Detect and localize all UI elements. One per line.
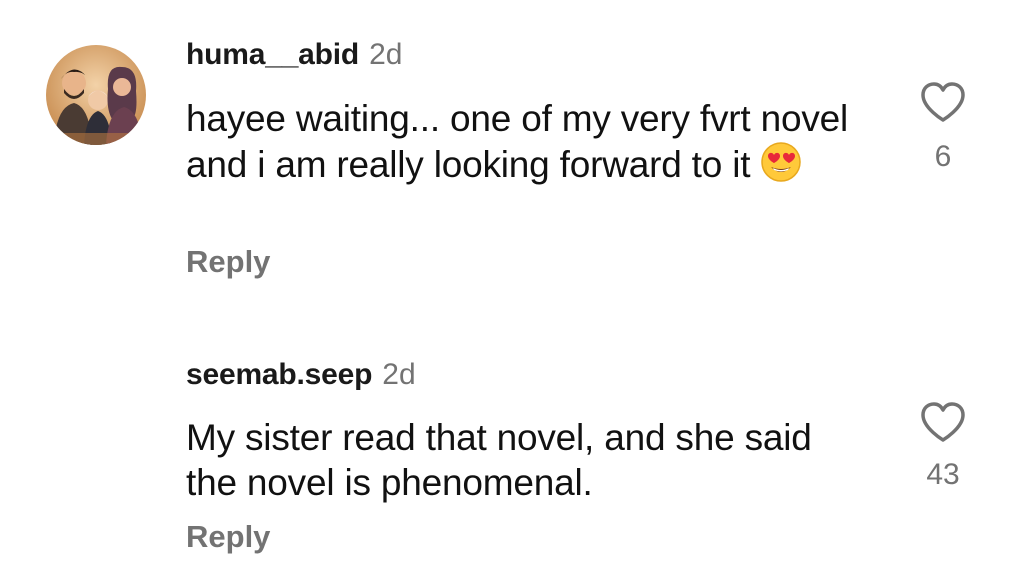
like-button[interactable] [919, 80, 967, 124]
username[interactable]: huma__abid [186, 38, 359, 71]
like-count: 43 [926, 458, 960, 491]
comment-header: huma__abid 2d [186, 38, 402, 72]
comment-text: My sister read that novel, and she said … [186, 415, 846, 505]
timestamp: 2d [382, 358, 416, 391]
heart-outline-icon [921, 82, 965, 122]
like-count: 6 [934, 140, 952, 173]
like-button[interactable] [919, 400, 967, 444]
heart-outline-icon [921, 402, 965, 442]
username[interactable]: seemab.seep [186, 358, 372, 391]
comment-body: My sister read that novel, and she said … [186, 417, 812, 503]
comment-text: hayee waiting... one of my very fvrt nov… [186, 96, 876, 187]
comment-header: seemab.seep 2d [186, 358, 416, 392]
reply-button[interactable]: Reply [186, 519, 270, 555]
timestamp: 2d [369, 38, 403, 71]
avatar-image [46, 45, 146, 145]
comment-body: hayee waiting... one of my very fvrt nov… [186, 98, 849, 185]
reply-button[interactable]: Reply [186, 244, 270, 280]
heart-eyes-emoji-icon [760, 141, 802, 183]
avatar[interactable] [46, 45, 146, 145]
